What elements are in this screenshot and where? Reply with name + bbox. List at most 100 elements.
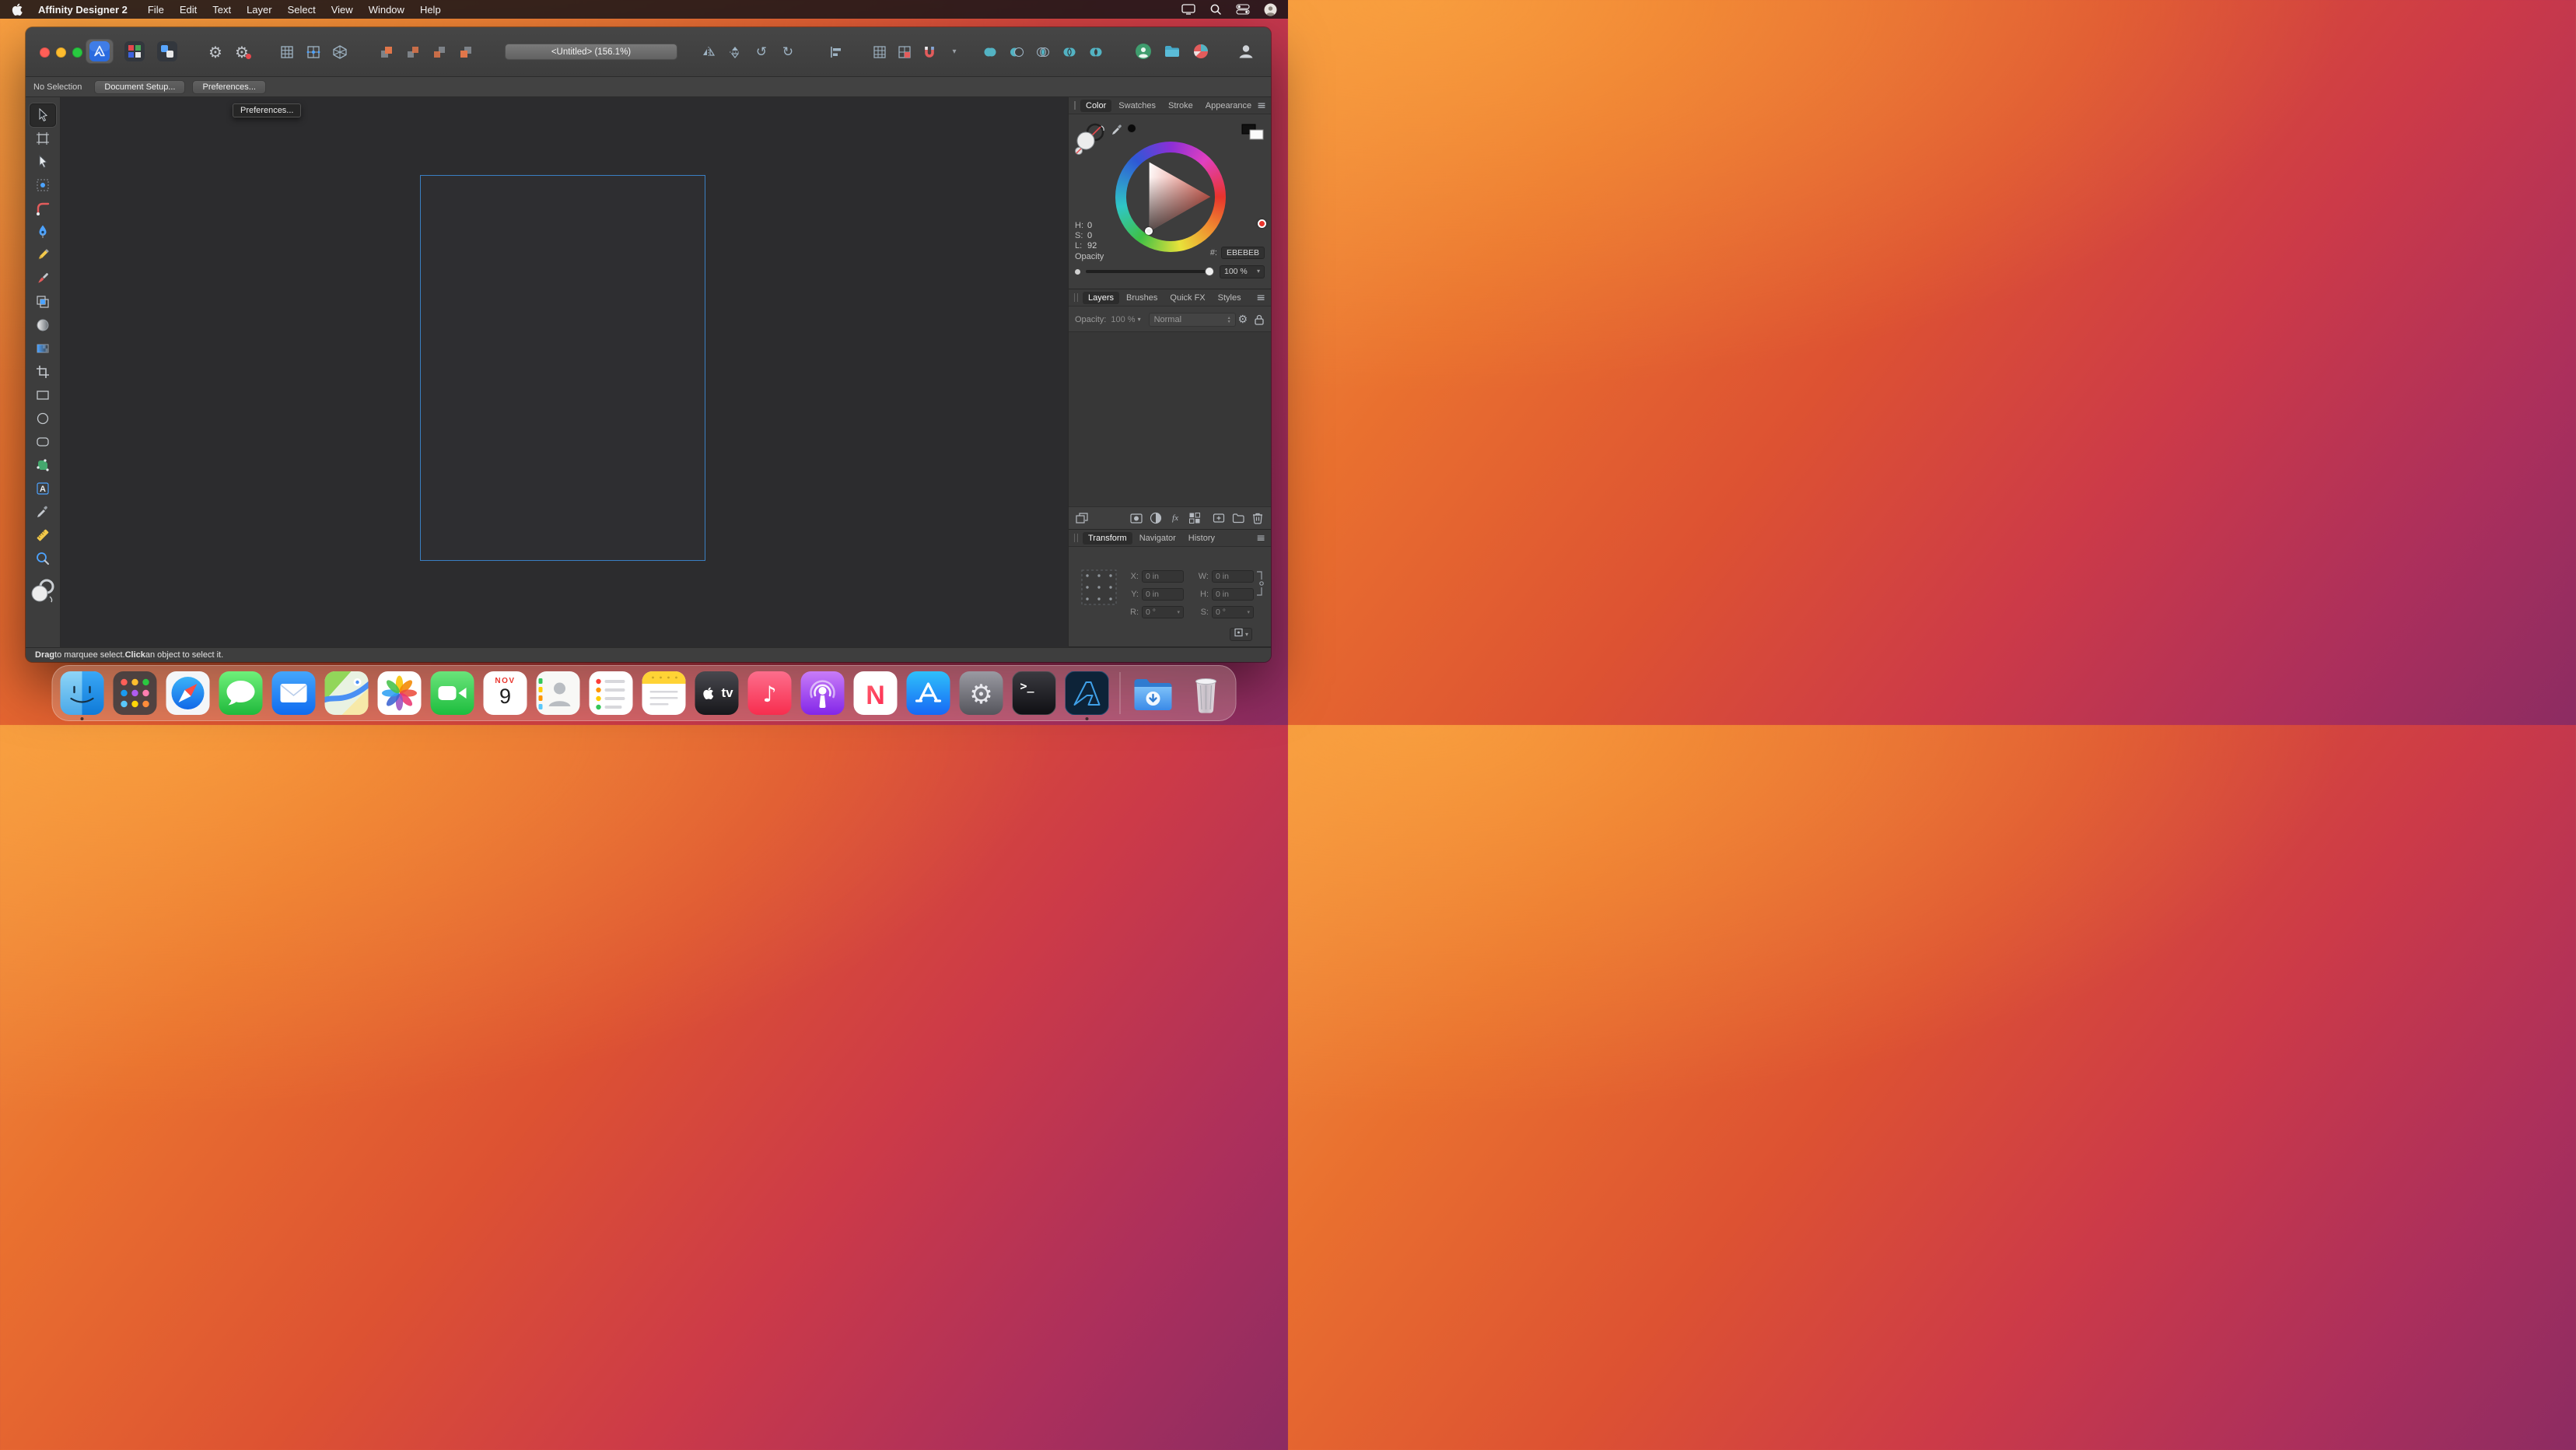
boolean-divide-icon[interactable] bbox=[1060, 43, 1079, 61]
dock-system-settings[interactable]: ⚙ bbox=[960, 671, 1003, 715]
transparency-tool[interactable] bbox=[30, 337, 56, 360]
transform-input-y[interactable]: 0 in bbox=[1142, 588, 1184, 601]
tab-history[interactable]: History bbox=[1183, 532, 1220, 545]
color-picker-tool[interactable] bbox=[30, 500, 56, 524]
dock-trash[interactable] bbox=[1185, 671, 1228, 715]
hue-indicator[interactable] bbox=[1258, 219, 1266, 228]
flip-horizontal-icon[interactable] bbox=[699, 43, 718, 61]
people-icon[interactable] bbox=[1133, 41, 1153, 61]
panel-drag-handle[interactable] bbox=[1074, 534, 1078, 542]
zoom-button[interactable] bbox=[72, 47, 82, 58]
spotlight-icon[interactable] bbox=[1209, 3, 1222, 16]
pencil-tool[interactable] bbox=[30, 243, 56, 267]
dock-tv[interactable]: tv bbox=[695, 671, 739, 715]
adjustment-layer-icon[interactable] bbox=[1149, 511, 1163, 525]
add-layer-icon[interactable] bbox=[1212, 511, 1226, 525]
menu-file[interactable]: File bbox=[140, 4, 172, 16]
add-group-icon[interactable] bbox=[1231, 511, 1245, 525]
dock-podcasts[interactable] bbox=[801, 671, 845, 715]
anchor-selector[interactable] bbox=[1081, 569, 1117, 609]
point-transform-tool[interactable] bbox=[30, 173, 56, 197]
chevron-down-icon[interactable]: ▾ bbox=[945, 43, 964, 61]
flip-vertical-icon[interactable] bbox=[726, 43, 744, 61]
boolean-intersect-icon[interactable] bbox=[1034, 43, 1052, 61]
boolean-xor-icon[interactable] bbox=[1087, 43, 1105, 61]
document-title[interactable]: <Untitled> (156.1%) bbox=[505, 44, 677, 60]
rotate-ccw-icon[interactable]: ↺ bbox=[752, 43, 771, 61]
transform-input-r[interactable]: 0 °▾ bbox=[1142, 606, 1184, 618]
pen-tool[interactable] bbox=[30, 220, 56, 243]
panel-drag-handle[interactable] bbox=[1074, 101, 1076, 110]
sl-indicator[interactable] bbox=[1145, 227, 1153, 235]
color-wheel[interactable] bbox=[1115, 142, 1226, 252]
isometric-grid-icon[interactable] bbox=[331, 43, 349, 61]
dock-app-store[interactable] bbox=[907, 671, 950, 715]
opacity-slider[interactable] bbox=[1086, 270, 1213, 273]
dock-music[interactable]: ♪ bbox=[748, 671, 792, 715]
panel-drag-handle[interactable] bbox=[1074, 293, 1078, 302]
eyedropper-icon[interactable] bbox=[1111, 122, 1125, 140]
artboard-tool[interactable] bbox=[30, 127, 56, 150]
grid-icon[interactable] bbox=[278, 43, 296, 61]
dock-calendar[interactable]: NOV9 bbox=[484, 671, 527, 715]
panel-menu-icon[interactable]: ≡ bbox=[1256, 292, 1265, 303]
layers-list[interactable] bbox=[1069, 331, 1271, 507]
display-icon[interactable] bbox=[1181, 4, 1195, 15]
dock-launchpad[interactable] bbox=[114, 671, 157, 715]
designer-persona-icon[interactable] bbox=[86, 40, 113, 63]
move-forward-icon[interactable] bbox=[404, 43, 422, 61]
transform-input-h[interactable]: 0 in bbox=[1212, 588, 1254, 601]
menu-select[interactable]: Select bbox=[280, 4, 324, 16]
move-to-front-icon[interactable] bbox=[377, 43, 396, 61]
lock-icon[interactable] bbox=[1254, 313, 1265, 326]
control-center-icon[interactable] bbox=[1236, 4, 1250, 15]
pixel-grid-icon[interactable] bbox=[870, 43, 889, 61]
menu-help[interactable]: Help bbox=[412, 4, 449, 16]
measure-tool[interactable] bbox=[30, 524, 56, 547]
dock-mail[interactable] bbox=[272, 671, 316, 715]
user-avatar[interactable] bbox=[1264, 3, 1277, 16]
layer-settings-icon[interactable]: ⚙ bbox=[1237, 314, 1248, 325]
document-setup-button[interactable]: Document Setup... bbox=[94, 80, 185, 94]
tab-appearance[interactable]: Appearance bbox=[1200, 100, 1257, 112]
dock-downloads[interactable] bbox=[1132, 671, 1175, 715]
alignment-icon[interactable] bbox=[827, 43, 845, 61]
secondary-color-icon[interactable] bbox=[1126, 123, 1137, 138]
menu-view[interactable]: View bbox=[324, 4, 361, 16]
force-pixel-alignment-icon[interactable] bbox=[895, 43, 914, 61]
dock-facetime[interactable] bbox=[431, 671, 474, 715]
dock-news[interactable]: N bbox=[854, 671, 898, 715]
ellipse-tool[interactable] bbox=[30, 407, 56, 430]
menu-window[interactable]: Window bbox=[361, 4, 412, 16]
move-to-back-icon[interactable] bbox=[457, 43, 475, 61]
dock-photos[interactable] bbox=[378, 671, 422, 715]
tab-layers[interactable]: Layers bbox=[1083, 292, 1119, 304]
document-page[interactable] bbox=[420, 175, 705, 561]
layer-opacity-select[interactable]: 100 %▾ bbox=[1111, 315, 1140, 324]
rotate-cw-icon[interactable]: ↻ bbox=[779, 43, 797, 61]
fill-tool[interactable] bbox=[30, 313, 56, 337]
minimize-button[interactable] bbox=[56, 47, 66, 58]
menu-layer[interactable]: Layer bbox=[239, 4, 280, 16]
tab-brushes[interactable]: Brushes bbox=[1121, 292, 1163, 304]
magnet-icon[interactable] bbox=[920, 43, 939, 61]
transform-input-s[interactable]: 0 °▾ bbox=[1212, 606, 1254, 618]
rounded-rectangle-tool[interactable] bbox=[30, 430, 56, 454]
delete-layer-icon[interactable] bbox=[1251, 511, 1265, 525]
dock-affinity-designer[interactable] bbox=[1066, 671, 1109, 715]
transform-origin-button[interactable]: ▾ bbox=[1230, 628, 1252, 641]
text-tool[interactable]: A bbox=[30, 477, 56, 500]
tab-swatches[interactable]: Swatches bbox=[1113, 100, 1161, 112]
node-tool[interactable] bbox=[30, 150, 56, 173]
move-backward-icon[interactable] bbox=[430, 43, 449, 61]
blend-mode-select[interactable]: Normal▴▾ bbox=[1149, 313, 1236, 327]
dock-safari[interactable] bbox=[166, 671, 210, 715]
account-icon[interactable] bbox=[1236, 41, 1256, 61]
corner-tool[interactable] bbox=[30, 197, 56, 220]
crop-tool[interactable] bbox=[30, 360, 56, 384]
tab-transform[interactable]: Transform bbox=[1083, 532, 1132, 545]
menu-edit[interactable]: Edit bbox=[172, 4, 205, 16]
mask-layer-icon[interactable] bbox=[1129, 511, 1143, 525]
dock-messages[interactable] bbox=[219, 671, 263, 715]
apple-menu[interactable] bbox=[11, 2, 23, 16]
